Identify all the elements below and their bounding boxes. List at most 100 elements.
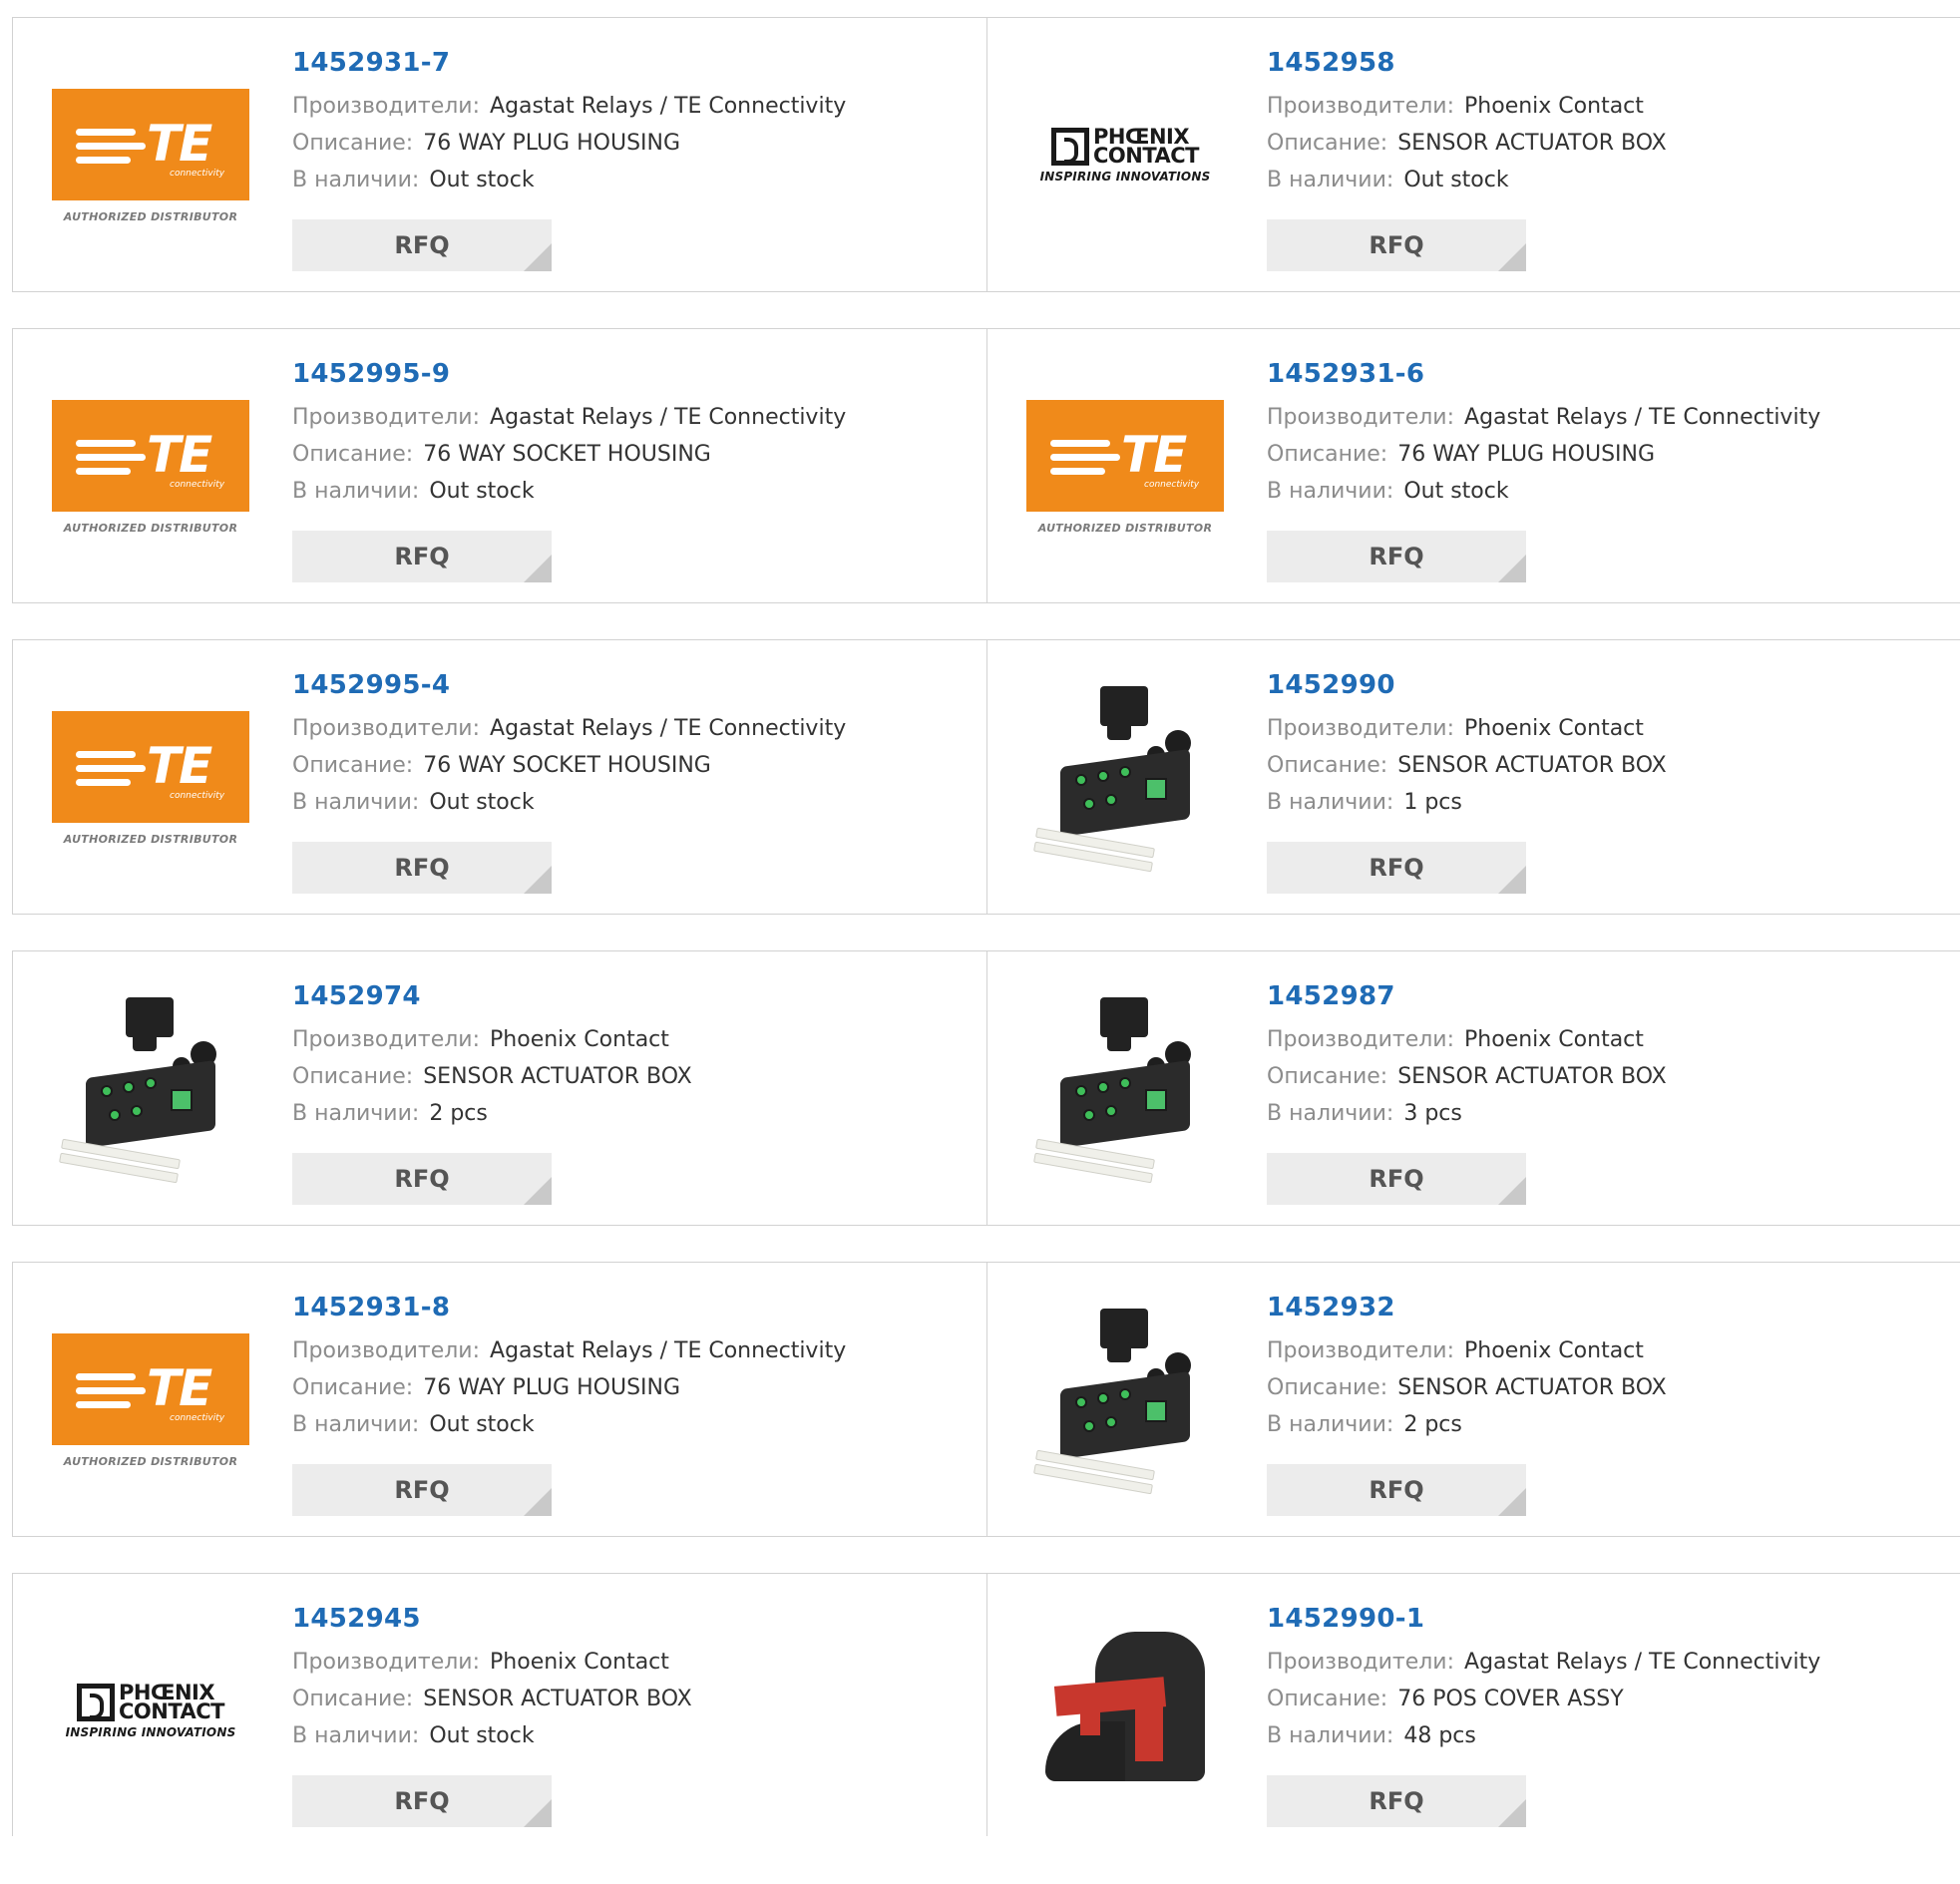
stock-label: В наличии: [292, 168, 420, 192]
manufacturer-label: Производители: [292, 405, 481, 430]
corner-fold-icon [524, 1488, 552, 1516]
description-value: SENSOR ACTUATOR BOX [1397, 753, 1667, 778]
product-info: 1452990-1 Производители: Agastat Relays / … [1267, 1604, 1820, 1754]
product-thumbnail[interactable]: TE connectivity AUTHORIZED DISTRIBUTOR [51, 367, 250, 566]
part-number-link[interactable]: 1452990 [1267, 670, 1667, 710]
manufacturer-label: Производители: [1267, 716, 1455, 741]
product-card: 1452990-1 Производители: Agastat Relays / … [987, 1573, 1960, 1836]
part-number-link[interactable]: 1452931-8 [292, 1293, 846, 1332]
manufacturer-value: Agastat Relays / TE Connectivity [490, 1338, 847, 1363]
description-label: Описание: [1267, 442, 1388, 467]
product-thumbnail[interactable] [1025, 989, 1225, 1189]
part-number-link[interactable]: 1452995-9 [292, 359, 846, 399]
rfq-button[interactable]: RFQ [1267, 1153, 1526, 1205]
stock-label: В наличии: [1267, 790, 1394, 815]
description-line: Описание: SENSOR ACTUATOR BOX [292, 1058, 692, 1095]
te-connectivity-logo: TE connectivity AUTHORIZED DISTRIBUTOR [51, 1332, 250, 1468]
part-number-link[interactable]: 1452931-7 [292, 48, 846, 88]
product-info: 1452931-6 Производители: Agastat Relays / … [1267, 359, 1820, 510]
product-info: 1452987 Производители: Phoenix Contact Опис… [1267, 981, 1667, 1132]
sensor-box-product-image [1025, 1301, 1225, 1500]
product-info: 1452958 Производители: Phoenix Contact Опис… [1267, 48, 1667, 198]
product-thumbnail[interactable]: PHŒNIX CONTACT INSPIRING INNOVATIONS [1025, 56, 1225, 255]
rfq-button[interactable]: RFQ [1267, 1775, 1526, 1827]
manufacturer-line: Производители: Agastat Relays / TE Connec… [292, 399, 846, 436]
rfq-button[interactable]: RFQ [292, 842, 552, 894]
manufacturer-value: Phoenix Contact [1464, 1027, 1644, 1052]
product-thumbnail[interactable]: TE connectivity AUTHORIZED DISTRIBUTOR [51, 678, 250, 878]
manufacturer-label: Производители: [1267, 405, 1455, 430]
description-value: SENSOR ACTUATOR BOX [1397, 1375, 1667, 1400]
stock-value: Out stock [1403, 168, 1509, 192]
product-thumbnail[interactable] [1025, 678, 1225, 878]
manufacturer-label: Производители: [1267, 1338, 1455, 1363]
manufacturer-value: Agastat Relays / TE Connectivity [490, 405, 847, 430]
product-thumbnail[interactable] [51, 989, 250, 1189]
product-info: 1452945 Производители: Phoenix Contact Опис… [292, 1604, 692, 1754]
product-thumbnail[interactable] [1025, 1612, 1225, 1811]
corner-fold-icon [1498, 243, 1526, 271]
product-info: 1452931-7 Производители: Agastat Relays / … [292, 48, 846, 198]
product-thumbnail[interactable] [1025, 1301, 1225, 1500]
part-number-link[interactable]: 1452945 [292, 1604, 692, 1644]
rfq-button[interactable]: RFQ [1267, 1464, 1526, 1516]
stock-label: В наличии: [1267, 1412, 1394, 1437]
rfq-button[interactable]: RFQ [292, 219, 552, 271]
part-number-link[interactable]: 1452932 [1267, 1293, 1667, 1332]
corner-fold-icon [524, 1177, 552, 1205]
manufacturer-line: Производители: Phoenix Contact [292, 1644, 692, 1681]
stock-value: Out stock [429, 479, 535, 504]
stock-line: В наличии: Out stock [292, 784, 846, 821]
part-number-link[interactable]: 1452987 [1267, 981, 1667, 1021]
part-number-link[interactable]: 1452958 [1267, 48, 1667, 88]
rfq-button[interactable]: RFQ [1267, 842, 1526, 894]
description-value: SENSOR ACTUATOR BOX [1397, 1064, 1667, 1089]
sensor-box-product-image [1025, 678, 1225, 878]
stock-value: Out stock [429, 168, 535, 192]
product-card: TE connectivity AUTHORIZED DISTRIBUTOR 1… [12, 17, 987, 292]
stock-value: Out stock [429, 1723, 535, 1748]
manufacturer-line: Производители: Agastat Relays / TE Connec… [1267, 399, 1820, 436]
description-label: Описание: [1267, 131, 1388, 156]
stock-line: В наличии: 48 pcs [1267, 1717, 1820, 1754]
product-card: TE connectivity AUTHORIZED DISTRIBUTOR 1… [12, 1262, 987, 1537]
description-label: Описание: [1267, 753, 1388, 778]
manufacturer-label: Производители: [292, 94, 481, 119]
product-thumbnail[interactable]: TE connectivity AUTHORIZED DISTRIBUTOR [51, 56, 250, 255]
description-line: Описание: 76 WAY PLUG HOUSING [292, 1369, 846, 1406]
description-label: Описание: [1267, 1064, 1388, 1089]
part-number-link[interactable]: 1452974 [292, 981, 692, 1021]
corner-fold-icon [1498, 555, 1526, 582]
product-row: TE connectivity AUTHORIZED DISTRIBUTOR 1… [12, 17, 1960, 292]
rfq-button[interactable]: RFQ [1267, 531, 1526, 582]
stock-line: В наличии: Out stock [292, 1717, 692, 1754]
product-thumbnail[interactable]: TE connectivity AUTHORIZED DISTRIBUTOR [1025, 367, 1225, 566]
description-label: Описание: [292, 753, 414, 778]
stock-label: В наличии: [292, 1412, 420, 1437]
stock-line: В наличии: Out stock [292, 1406, 846, 1443]
part-number-link[interactable]: 1452995-4 [292, 670, 846, 710]
part-number-link[interactable]: 1452990-1 [1267, 1604, 1820, 1644]
te-connectivity-logo: TE connectivity AUTHORIZED DISTRIBUTOR [1025, 399, 1225, 535]
rfq-button[interactable]: RFQ [292, 1775, 552, 1827]
product-grid: TE connectivity AUTHORIZED DISTRIBUTOR 1… [12, 17, 1960, 1884]
product-info: 1452932 Производители: Phoenix Contact Опис… [1267, 1293, 1667, 1443]
rfq-button[interactable]: RFQ [292, 1464, 552, 1516]
product-row: 1452974 Производители: Phoenix Contact Опис… [12, 950, 1960, 1226]
manufacturer-value: Phoenix Contact [490, 1650, 669, 1675]
product-thumbnail[interactable]: PHŒNIX CONTACT INSPIRING INNOVATIONS [51, 1612, 250, 1811]
description-value: SENSOR ACTUATOR BOX [423, 1064, 692, 1089]
stock-value: 2 pcs [429, 1101, 488, 1126]
rfq-button[interactable]: RFQ [292, 1153, 552, 1205]
product-thumbnail[interactable]: TE connectivity AUTHORIZED DISTRIBUTOR [51, 1301, 250, 1500]
manufacturer-line: Производители: Agastat Relays / TE Connec… [292, 88, 846, 125]
part-number-link[interactable]: 1452931-6 [1267, 359, 1820, 399]
rfq-button[interactable]: RFQ [292, 531, 552, 582]
rfq-button[interactable]: RFQ [1267, 219, 1526, 271]
description-value: 76 WAY SOCKET HOUSING [423, 442, 711, 467]
stock-line: В наличии: Out stock [292, 162, 846, 198]
description-line: Описание: 76 WAY SOCKET HOUSING [292, 747, 846, 784]
te-connectivity-logo: TE connectivity AUTHORIZED DISTRIBUTOR [51, 399, 250, 535]
stock-line: В наличии: 2 pcs [292, 1095, 692, 1132]
corner-fold-icon [1498, 1799, 1526, 1827]
